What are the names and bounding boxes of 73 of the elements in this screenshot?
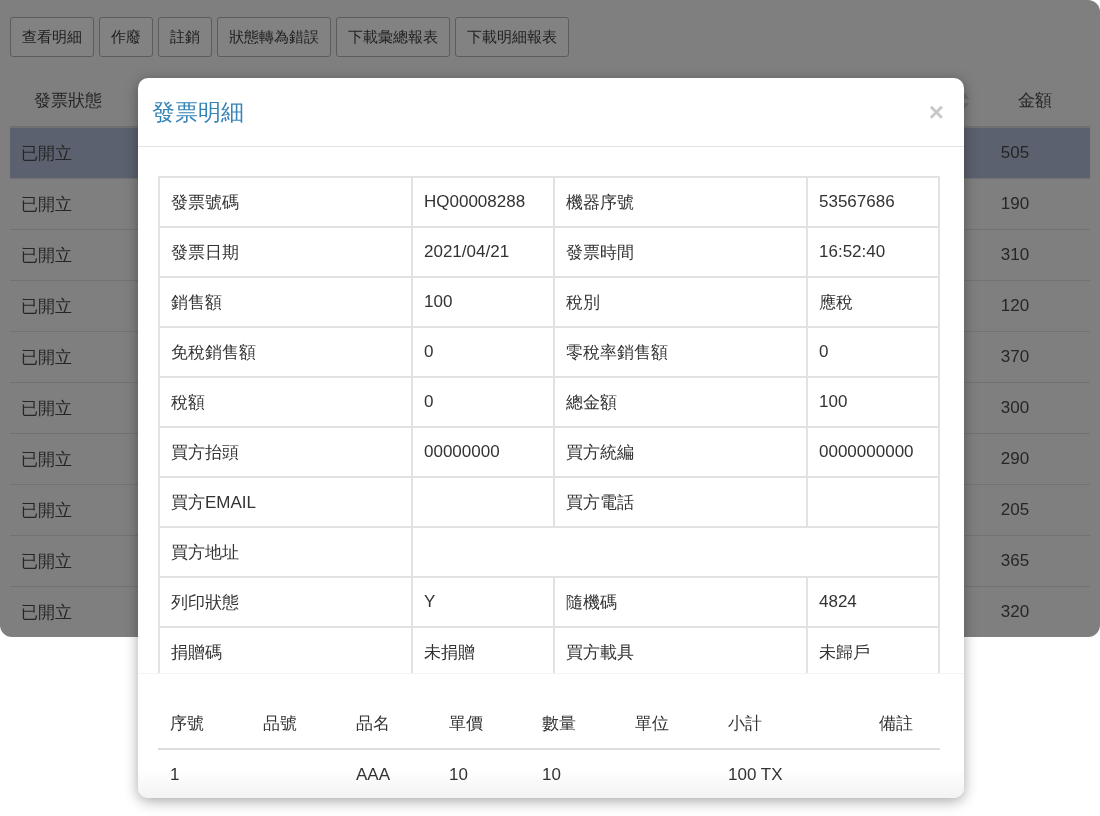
- column-header: 小計: [727, 712, 763, 735]
- toolbar-button[interactable]: 註銷: [158, 17, 212, 57]
- table-cell: 已開立: [21, 194, 72, 214]
- field-value: 2021/04/21: [412, 227, 554, 277]
- field-value: 100: [412, 277, 554, 327]
- table-cell: 已開立: [21, 602, 72, 622]
- table-cell: 已開立: [21, 143, 72, 163]
- field-value: 0: [807, 327, 939, 377]
- field-value: 應稅: [807, 277, 939, 327]
- column-header: 備註: [878, 712, 914, 735]
- toolbar-button[interactable]: 下載彙總報表: [336, 17, 450, 57]
- field-value: 100: [807, 377, 939, 427]
- column-header: 單位: [634, 712, 670, 735]
- table-cell: 10: [449, 765, 468, 784]
- table-cell: 505: [1000, 143, 1030, 162]
- field-value: 16:52:40: [807, 227, 939, 277]
- field-label: 免稅銷售額: [159, 327, 412, 377]
- table-cell: 365: [1000, 551, 1030, 570]
- field-value: 0000000000: [807, 427, 939, 477]
- toolbar-button[interactable]: 狀態轉為錯誤: [217, 17, 331, 57]
- field-label: 總金額: [554, 377, 807, 427]
- field-label: 隨機碼: [554, 577, 807, 627]
- table-cell: AAA: [356, 765, 391, 784]
- field-label: 買方地址: [159, 527, 412, 577]
- column-header: 數量: [541, 712, 577, 735]
- field-value: 4824: [807, 577, 939, 627]
- field-label: 買方統編: [554, 427, 807, 477]
- field-value: Y: [412, 577, 554, 627]
- table-cell: 320: [1000, 602, 1030, 621]
- table-cell: 290: [1000, 449, 1030, 468]
- field-value: 53567686: [807, 177, 939, 227]
- field-label: 機器序號: [554, 177, 807, 227]
- field-label: 買方抬頭: [159, 427, 412, 477]
- field-label: 列印狀態: [159, 577, 412, 627]
- table-cell: 已開立: [21, 347, 72, 367]
- table-cell: 已開立: [21, 449, 72, 469]
- table-cell: 已開立: [21, 500, 72, 520]
- field-label: 買方電話: [554, 477, 807, 527]
- field-label: 零稅率銷售額: [554, 327, 807, 377]
- field-label: 發票號碼: [159, 177, 412, 227]
- toolbar-button[interactable]: 查看明細: [10, 17, 94, 57]
- table-cell: 已開立: [21, 398, 72, 418]
- column-header: 單價: [448, 712, 484, 735]
- field-value: HQ00008288: [412, 177, 554, 227]
- column-header[interactable]: 金額: [1018, 91, 1052, 110]
- column-header[interactable]: 發票狀態: [34, 91, 102, 110]
- field-value: 0: [412, 377, 554, 427]
- toolbar-button[interactable]: 作廢: [99, 17, 153, 57]
- table-cell: 205: [1000, 500, 1030, 519]
- field-value: 00000000: [412, 427, 554, 477]
- table-cell: 300: [1000, 398, 1030, 417]
- field-label: 買方EMAIL: [159, 477, 412, 527]
- table-cell: 190: [1000, 194, 1030, 213]
- table-cell: 310: [1000, 245, 1030, 264]
- table-cell: 100 TX: [728, 765, 783, 784]
- column-header: 序號: [169, 712, 205, 735]
- field-value: 0: [412, 327, 554, 377]
- field-label: 發票日期: [159, 227, 412, 277]
- table-cell: 10: [542, 765, 561, 784]
- field-label: 發票時間: [554, 227, 807, 277]
- table-cell: 已開立: [21, 551, 72, 571]
- toolbar-button[interactable]: 下載明細報表: [455, 17, 569, 57]
- column-header: 品名: [355, 712, 391, 735]
- table-cell: 已開立: [21, 245, 72, 265]
- modal-title: 發票明細: [152, 97, 244, 127]
- table-cell: 1: [170, 765, 180, 784]
- table-cell: 370: [1000, 347, 1030, 366]
- table-cell: 120: [1000, 296, 1030, 315]
- field-label: 稅額: [159, 377, 412, 427]
- table-cell: 已開立: [21, 296, 72, 316]
- field-label: 銷售額: [159, 277, 412, 327]
- column-header: 品號: [262, 712, 298, 735]
- field-label: 稅別: [554, 277, 807, 327]
